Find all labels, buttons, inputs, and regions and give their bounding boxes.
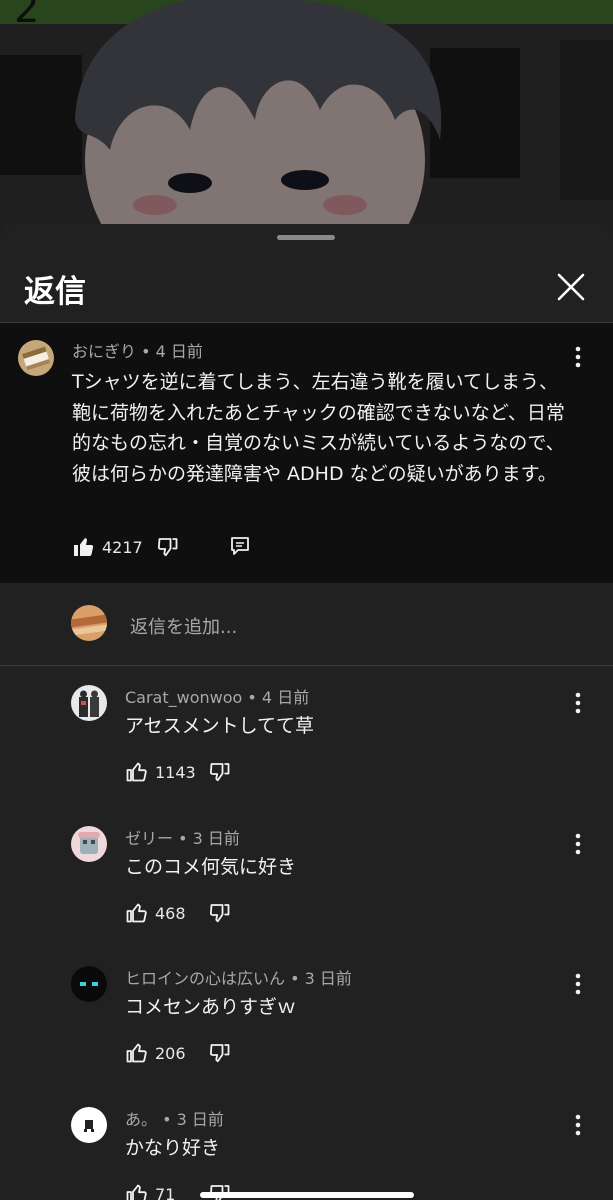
avatar[interactable] [18,340,54,376]
sheet-title: 返信 [24,274,86,310]
replies-sheet: 返信 おにぎり • 4 日前 Tシャツを逆に着てしまう、左右違う靴を履いてしまう… [0,224,613,1200]
reply-meta: Carat_wonwoo • 4 日前 [125,688,310,707]
more-button[interactable] [568,832,588,856]
comment-meta: おにぎり • 4 日前 [72,342,203,361]
avatar[interactable] [71,685,107,721]
thumb-down-icon [209,904,230,923]
more-vert-icon [575,833,581,855]
dislike-button[interactable] [208,760,232,784]
more-button[interactable] [568,345,588,369]
more-vert-icon [575,346,581,368]
close-icon [557,273,585,301]
reply-text: このコメ何気に好き [125,856,297,878]
dislike-button[interactable] [208,901,232,925]
my-avatar [71,605,107,641]
avatar[interactable] [71,966,107,1002]
close-button[interactable] [552,268,590,306]
add-reply-row[interactable]: 返信を追加... [0,583,613,666]
thumb-up-icon [126,1184,147,1200]
like-button[interactable]: 4217 [72,535,143,559]
reply-icon [231,537,249,555]
like-count: 206 [155,1043,186,1063]
thumb-up-icon [126,762,147,782]
divider [0,665,613,666]
thumb-down-icon [209,1044,230,1063]
more-button[interactable] [568,1113,588,1137]
thumb-up-icon [126,903,147,923]
like-button[interactable]: 206 [125,1041,186,1065]
video-background: 2 [0,0,613,240]
like-button[interactable]: 1143 [125,760,196,784]
like-count: 4217 [102,537,143,557]
more-vert-icon [575,973,581,995]
reply-button[interactable] [229,535,251,557]
drag-handle[interactable] [277,235,335,240]
thumb-up-icon [126,1043,147,1063]
reply-text: コメセンありすぎｗ [125,996,297,1018]
more-vert-icon [575,692,581,714]
comment-body: Tシャツを逆に着てしまう、左右違う靴を履いてしまう、鞄に荷物を入れたあとチャック… [72,371,565,485]
reply-meta: あ。 • 3 日前 [125,1110,224,1129]
avatar[interactable] [71,1107,107,1143]
dislike-button[interactable] [208,1041,232,1065]
more-vert-icon [575,1114,581,1136]
home-indicator[interactable] [200,1192,414,1198]
thumb-down-icon [209,763,230,782]
more-button[interactable] [568,972,588,996]
reply-text: アセスメントしてて草 [125,715,315,737]
dislike-button[interactable] [156,535,180,559]
like-count: 1143 [155,762,196,782]
like-count: 71 [155,1184,176,1200]
like-button[interactable]: 71 [125,1182,175,1200]
parent-comment: おにぎり • 4 日前 Tシャツを逆に着てしまう、左右違う靴を履いてしまう、鞄に… [0,323,613,583]
reply-meta: ヒロインの心は広いん • 3 日前 [125,969,352,988]
add-reply-input[interactable]: 返信を追加... [130,613,237,639]
reply-meta: ゼリー • 3 日前 [125,829,240,848]
like-button[interactable]: 468 [125,901,186,925]
thumb-up-filled-icon [74,538,94,556]
more-button[interactable] [568,691,588,715]
thumb-down-icon [157,538,178,557]
like-count: 468 [155,903,186,923]
avatar[interactable] [71,826,107,862]
reply-text: かなり好き [125,1137,221,1159]
